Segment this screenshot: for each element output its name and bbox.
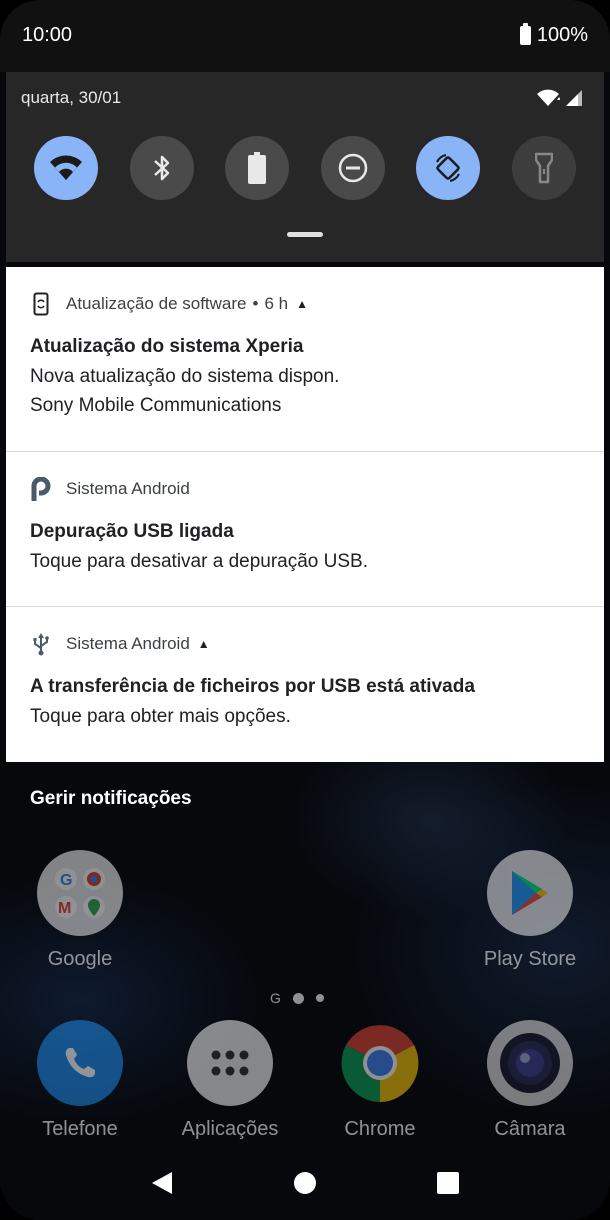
svg-text:M: M: [58, 900, 71, 917]
tile-wifi[interactable]: [34, 136, 98, 200]
app-label: Play Store: [483, 948, 577, 970]
home-button[interactable]: [285, 1163, 325, 1203]
google-folder-icon: G M: [37, 850, 123, 936]
notification-list: Atualização de software • 6 h ▲ Atualiza…: [6, 267, 604, 762]
notification-title: Depuração USB ligada: [30, 521, 234, 542]
tile-battery-saver[interactable]: [225, 136, 290, 200]
notification-time: 6 h: [264, 294, 289, 313]
tile-bluetooth[interactable]: [129, 136, 194, 200]
battery-icon: [519, 23, 531, 45]
notification-title: Atualização do sistema Xperia: [30, 336, 304, 357]
manage-notifications-button[interactable]: Gerir notificações: [30, 788, 192, 810]
notification-software-update[interactable]: Atualização de software • 6 h ▲ Atualiza…: [6, 267, 604, 452]
app-label: Telefone: [42, 1118, 118, 1140]
page-indicator-g: G: [270, 990, 281, 1006]
notification-header: Sistema Android: [30, 474, 580, 504]
notification-app-name: Atualização de software: [66, 294, 247, 313]
dock-app-drawer[interactable]: Aplicações: [170, 1020, 290, 1141]
tile-auto-rotate[interactable]: [416, 136, 481, 200]
status-bar: 10:00 100%: [0, 0, 610, 72]
app-label: Câmara: [494, 1118, 566, 1140]
android-p-icon: [30, 476, 52, 502]
app-label: Google: [47, 948, 113, 970]
separator-dot: •: [252, 294, 259, 313]
app-drawer-icon: [187, 1020, 273, 1106]
bluetooth-icon: [153, 155, 169, 181]
notification-app-name: Sistema Android: [66, 479, 190, 498]
clock: 10:00: [22, 24, 73, 46]
app-play-store[interactable]: Play Store: [470, 850, 590, 971]
navigation-bar: [0, 1146, 610, 1220]
app-label: Chrome: [344, 1118, 416, 1140]
chrome-icon: [337, 1020, 423, 1106]
notification-text: Nova atualização do sistema dispon.: [30, 366, 340, 387]
drag-handle[interactable]: [287, 232, 323, 237]
notification-header: Sistema Android ▲: [30, 629, 580, 659]
notification-usb-debugging[interactable]: Sistema Android Depuração USB ligada Toq…: [6, 452, 604, 607]
cell-signal-icon: [566, 90, 582, 106]
battery-percent: 100%: [536, 24, 588, 46]
qs-tiles: [34, 136, 576, 200]
back-button[interactable]: [142, 1163, 182, 1203]
usb-icon: [30, 631, 52, 657]
flashlight-icon: [534, 152, 553, 184]
auto-rotate-icon: [436, 154, 461, 182]
notification-app-name: Sistema Android: [66, 634, 190, 653]
phone-icon: [37, 1020, 123, 1106]
page-indicator: G: [270, 990, 324, 1006]
dock-camera[interactable]: Câmara: [470, 1020, 590, 1141]
play-store-icon: [487, 850, 573, 936]
notification-header: Atualização de software • 6 h ▲: [30, 289, 580, 319]
chevron-up-icon[interactable]: ▲: [296, 297, 308, 311]
notification-subtext: Sony Mobile Communications: [30, 395, 282, 416]
tile-do-not-disturb[interactable]: [320, 136, 385, 200]
battery-saver-icon: [248, 152, 267, 184]
recents-icon: [437, 1172, 460, 1194]
svg-text:G: G: [60, 872, 72, 889]
quick-settings-panel: quarta, 30/01: [6, 72, 604, 262]
do-not-disturb-icon: [338, 153, 368, 183]
phone-screen: 10:00 100% quarta, 30/01 Atualização de …: [0, 0, 610, 1220]
dock-phone[interactable]: Telefone: [20, 1020, 140, 1141]
notification-usb-transfer[interactable]: Sistema Android ▲ A transferência de fic…: [6, 607, 604, 762]
system-update-icon: [30, 291, 52, 317]
page-dot: [315, 994, 324, 1002]
back-icon: [151, 1172, 172, 1194]
recents-button[interactable]: [428, 1163, 468, 1203]
wifi-signal-icon: [537, 89, 560, 106]
notification-text: Toque para desativar a depuração USB.: [30, 551, 368, 572]
battery-status: 100%: [519, 23, 588, 47]
dock-chrome[interactable]: Chrome: [320, 1020, 440, 1141]
app-label: Aplicações: [181, 1118, 279, 1140]
qs-date: quarta, 30/01: [21, 88, 122, 107]
notification-text: Toque para obter mais opções.: [30, 706, 291, 727]
notification-title: A transferência de ficheiros por USB est…: [30, 676, 475, 697]
wifi-icon: [50, 155, 82, 180]
page-dot-current: [292, 992, 304, 1004]
chevron-up-icon[interactable]: ▲: [198, 637, 210, 651]
home-icon: [293, 1172, 316, 1194]
signal-status: [536, 88, 584, 108]
tile-flashlight[interactable]: [511, 136, 576, 200]
camera-icon: [487, 1020, 573, 1106]
app-google-folder[interactable]: G M Google: [20, 850, 140, 971]
